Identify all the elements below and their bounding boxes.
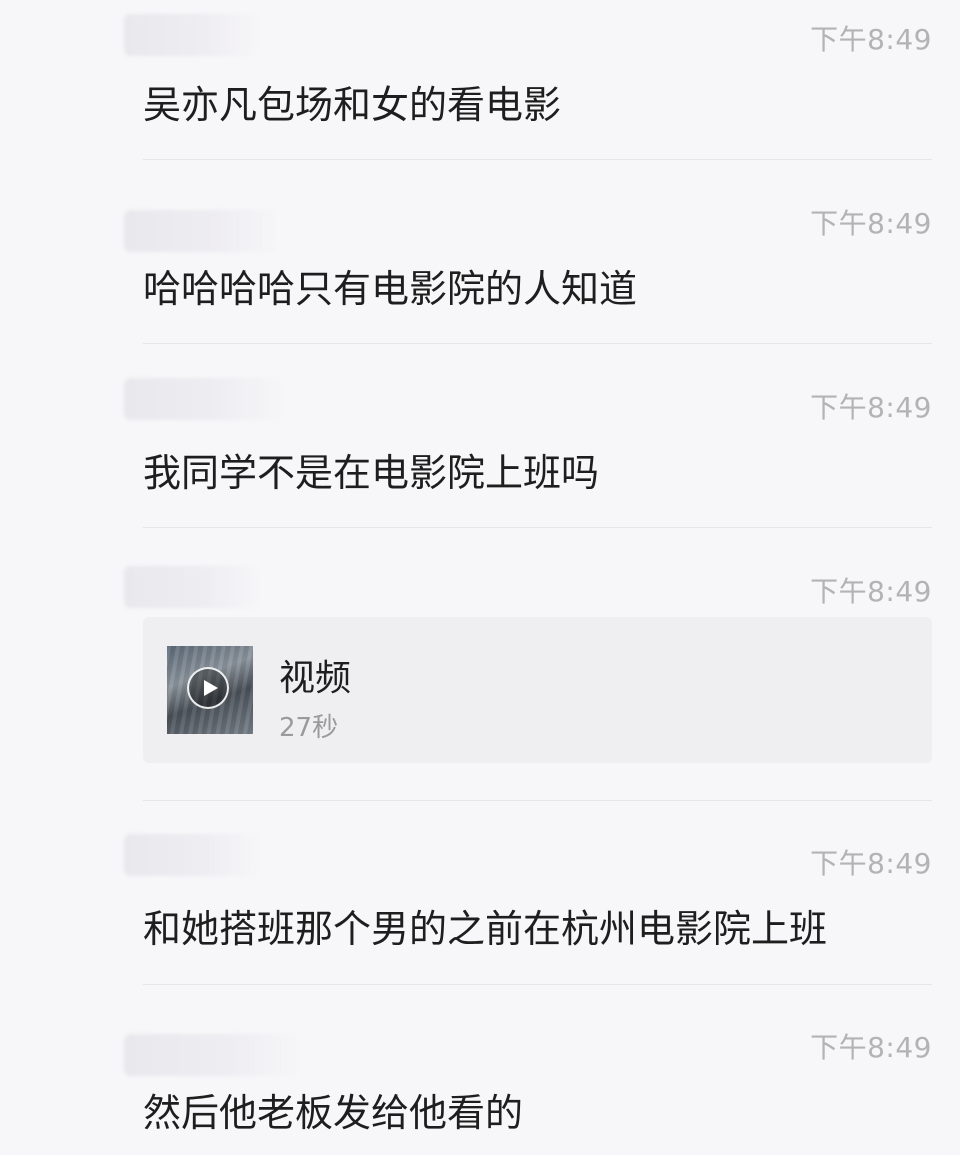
message-text: 我同学不是在电影院上班吗 (143, 451, 600, 495)
message-time: 下午8:49 (810, 391, 932, 424)
sender-name-redacted (124, 566, 262, 608)
message-text: 哈哈哈哈只有电影院的人知道 (143, 267, 638, 311)
message-time: 下午8:49 (810, 207, 932, 240)
video-message-card[interactable]: 视频 27秒 (143, 617, 932, 763)
message-divider (143, 343, 932, 344)
message-text: 吴亦凡包场和女的看电影 (143, 83, 562, 127)
message-divider (143, 159, 932, 160)
message-divider (143, 984, 932, 985)
video-title: 视频 (279, 658, 352, 699)
message-text: 和她搭班那个男的之前在杭州电影院上班 (143, 907, 828, 951)
message-time: 下午8:49 (810, 575, 932, 608)
sender-name-redacted (124, 14, 258, 56)
message-time: 下午8:49 (810, 847, 932, 880)
message-time: 下午8:49 (810, 1031, 932, 1064)
play-icon[interactable] (187, 667, 229, 709)
video-thumbnail[interactable] (167, 646, 253, 734)
message-divider (143, 800, 932, 801)
message-text: 然后他老板发给他看的 (143, 1091, 524, 1135)
sender-name-redacted (124, 1034, 300, 1076)
sender-name-redacted (124, 210, 280, 252)
video-duration: 27秒 (279, 713, 339, 743)
message-time: 下午8:49 (810, 23, 932, 56)
sender-name-redacted (124, 378, 284, 420)
message-divider (143, 527, 932, 528)
sender-name-redacted (124, 834, 260, 876)
